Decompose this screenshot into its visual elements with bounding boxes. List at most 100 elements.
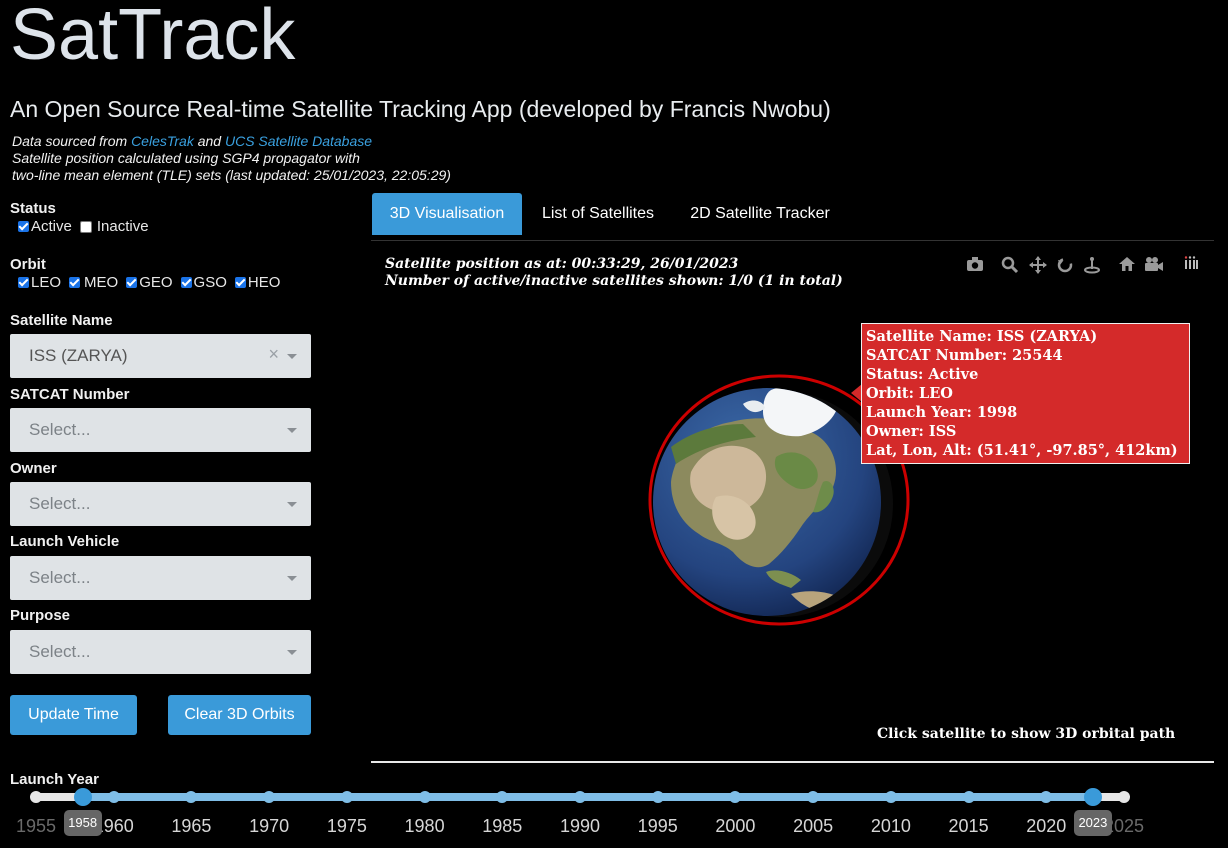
3d-globe-plot[interactable]: Satellite position as at: 00:33:29, 26/0… (371, 242, 1208, 757)
orbit-heo-checkbox[interactable] (234, 277, 246, 288)
visualisation-divider (371, 761, 1214, 763)
orbit-geo-label: GEO (139, 274, 173, 291)
slider-mark-label[interactable]: 2010 (871, 816, 911, 837)
satcat-dropdown[interactable]: Select... (10, 408, 311, 452)
orbit-rotation-icon[interactable] (1055, 256, 1075, 276)
chevron-down-icon[interactable] (287, 650, 297, 655)
source-and: and (197, 133, 222, 149)
slider-mark-dot[interactable] (574, 791, 586, 803)
globe-canvas[interactable] (371, 242, 1208, 757)
tab-divider (371, 240, 1214, 241)
camera-reset-icon[interactable] (1144, 256, 1164, 276)
launch-year-start-handle[interactable] (73, 788, 92, 806)
orbit-meo-checkbox[interactable] (69, 277, 81, 288)
slider-mark-label[interactable]: 2005 (793, 816, 833, 837)
status-label: Status (10, 200, 56, 217)
tab-2d-satellite-tracker[interactable]: 2D Satellite Tracker (678, 193, 842, 235)
launch-vehicle-placeholder: Select... (29, 568, 91, 587)
slider-mark-label[interactable]: 2000 (715, 816, 755, 837)
slider-mark-label[interactable]: 1990 (560, 816, 600, 837)
purpose-label: Purpose (10, 607, 71, 624)
source-line-2: Satellite position calculated using SGP4… (12, 150, 360, 166)
slider-mark-label[interactable]: 1985 (482, 816, 522, 837)
purpose-placeholder: Select... (29, 642, 91, 661)
position-timestamp: Satellite position as at: 00:33:29, 26/0… (385, 256, 739, 272)
slider-mark-label[interactable]: 1980 (405, 816, 445, 837)
chevron-down-icon[interactable] (287, 502, 297, 507)
tab-list-of-satellites[interactable]: List of Satellites (528, 193, 668, 235)
orbit-gso-checkbox[interactable] (180, 277, 192, 288)
slider-mark-dot[interactable] (729, 791, 742, 803)
slider-mark-dot[interactable] (30, 791, 42, 803)
orbit-checklist: LEO MEO GEO GSO HEO (14, 274, 282, 291)
pan-icon[interactable] (1028, 256, 1048, 276)
orbit-gso-label: GSO (193, 274, 227, 291)
satellite-name-dropdown[interactable]: ISS (ZARYA) × (10, 334, 311, 378)
slider-mark-label[interactable]: 2020 (1026, 816, 1066, 837)
chevron-down-icon[interactable] (287, 354, 297, 359)
launch-year-slider-range[interactable] (82, 793, 1093, 801)
clear-icon[interactable]: × (268, 344, 279, 365)
tooltip-owner: Owner: ISS (866, 423, 957, 440)
update-time-button[interactable]: Update Time (10, 695, 137, 735)
satcat-label: SATCAT Number (10, 386, 130, 403)
orbit-label: Orbit (10, 256, 46, 273)
owner-dropdown[interactable]: Select... (10, 482, 311, 526)
app-title: SatTrack (10, 0, 296, 75)
slider-mark-dot[interactable] (340, 791, 353, 803)
slider-mark-label[interactable]: 1975 (327, 816, 367, 837)
satellite-name-label: Satellite Name (10, 312, 113, 329)
slider-mark-label[interactable]: 1965 (171, 816, 211, 837)
chevron-down-icon[interactable] (287, 428, 297, 433)
slider-mark-label[interactable]: 1955 (16, 816, 56, 837)
clear-3d-orbits-button[interactable]: Clear 3D Orbits (168, 695, 311, 735)
tooltip-orbit: Orbit: LEO (866, 385, 953, 402)
slider-mark-label[interactable]: 1995 (638, 816, 678, 837)
slider-mark-dot[interactable] (1040, 791, 1053, 803)
status-checklist: Active Inactive (14, 218, 151, 235)
satellite-hover-tooltip: Satellite Name: ISS (ZARYA) SATCAT Numbe… (861, 323, 1190, 464)
tab-3d-visualisation[interactable]: 3D Visualisation (372, 193, 522, 235)
app-subtitle: An Open Source Real-time Satellite Track… (10, 96, 831, 122)
tooltip-status: Status: Active (866, 366, 979, 383)
slider-mark-dot[interactable] (496, 791, 509, 803)
orbit-leo-label: LEO (31, 274, 62, 291)
status-active-label: Active (31, 218, 72, 235)
slider-mark-dot[interactable] (263, 791, 276, 803)
orbit-path-hint: Click satellite to show 3D orbital path (877, 726, 1176, 742)
chevron-down-icon[interactable] (287, 576, 297, 581)
slider-mark-dot[interactable] (651, 791, 664, 803)
launch-year-label: Launch Year (10, 771, 99, 788)
slider-mark-label[interactable]: 1970 (249, 816, 289, 837)
launch-year-end-handle[interactable] (1083, 788, 1102, 806)
slider-mark-dot[interactable] (418, 791, 431, 803)
satellite-count: Number of active/inactive satellites sho… (385, 273, 843, 289)
slider-mark-dot[interactable] (185, 791, 198, 803)
launch-vehicle-dropdown[interactable]: Select... (10, 556, 311, 600)
slider-mark-dot[interactable] (1118, 791, 1130, 803)
slider-mark-label[interactable]: 2015 (949, 816, 989, 837)
celestrak-link[interactable]: CelesTrak (131, 133, 194, 149)
ucs-database-link[interactable]: UCS Satellite Database (225, 133, 372, 149)
slider-mark-dot[interactable] (884, 791, 897, 803)
slider-mark-dot[interactable] (107, 791, 120, 803)
orbit-heo-label: HEO (247, 274, 281, 291)
slider-mark-dot[interactable] (962, 791, 975, 803)
satellite-name-value: ISS (ZARYA) (29, 346, 128, 365)
tooltip-lat-lon-alt: Lat, Lon, Alt: (51.41°, -97.85°, 412km) (866, 442, 1178, 459)
purpose-dropdown[interactable]: Select... (10, 630, 311, 674)
status-inactive-checkbox[interactable] (79, 220, 92, 233)
slider-mark-dot[interactable] (807, 791, 820, 803)
satcat-placeholder: Select... (29, 420, 91, 439)
home-icon[interactable] (1117, 256, 1137, 276)
launch-year-start-value: 1958 (63, 810, 102, 836)
status-active-checkbox[interactable] (18, 221, 29, 232)
owner-label: Owner (10, 460, 57, 477)
status-inactive-label: Inactive (96, 218, 149, 235)
plotly-logo-icon[interactable] (1181, 256, 1201, 276)
orbit-leo-checkbox[interactable] (18, 277, 29, 288)
zoom-icon[interactable] (1000, 256, 1020, 276)
orbit-geo-checkbox[interactable] (126, 277, 138, 288)
camera-icon[interactable] (965, 256, 985, 276)
turntable-rotation-icon[interactable] (1082, 256, 1102, 276)
